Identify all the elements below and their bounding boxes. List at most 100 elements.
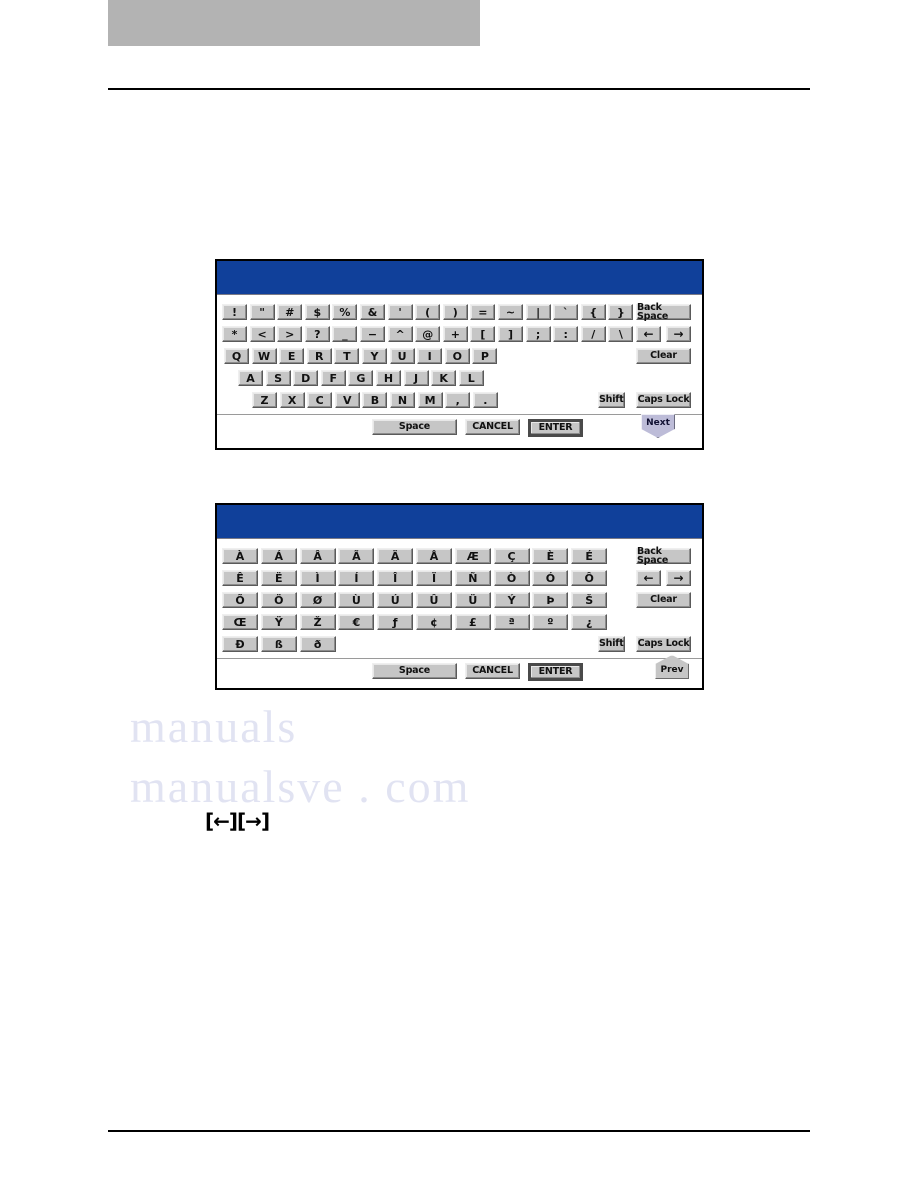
key-char-4c[interactable]: L bbox=[458, 370, 484, 386]
key-char-4d[interactable]: M bbox=[417, 392, 443, 408]
key-hash[interactable]: # bbox=[277, 304, 303, 320]
key-char-20ac[interactable]: € bbox=[338, 614, 375, 630]
key-char-d1[interactable]: Ñ bbox=[454, 570, 491, 586]
key-arrow-right-icon[interactable]: → bbox=[666, 570, 691, 586]
key-char-4a[interactable]: J bbox=[403, 370, 429, 386]
key-char-d9[interactable]: Ù bbox=[338, 592, 375, 608]
key-brace-close[interactable]: } bbox=[608, 304, 634, 320]
key-char-c3[interactable]: Ã bbox=[338, 548, 375, 564]
key-char-bf[interactable]: ¿ bbox=[571, 614, 608, 630]
key-char-c2[interactable]: Â bbox=[299, 548, 336, 564]
key-char-aa[interactable]: ª bbox=[493, 614, 530, 630]
key-char-43[interactable]: C bbox=[307, 392, 333, 408]
key-char-17d[interactable]: Ž bbox=[299, 614, 336, 630]
key-clear[interactable]: Clear bbox=[636, 592, 691, 608]
key-char-c8[interactable]: È bbox=[532, 548, 569, 564]
key-char-49[interactable]: I bbox=[417, 348, 443, 364]
key-ampersand[interactable]: & bbox=[360, 304, 385, 320]
key-paren-open[interactable]: ( bbox=[415, 304, 441, 320]
key-char-d0[interactable]: Ð bbox=[222, 636, 258, 652]
key-char-c5[interactable]: Å bbox=[416, 548, 452, 564]
key-exclam[interactable]: ! bbox=[222, 304, 247, 320]
key-char-dc[interactable]: Ü bbox=[454, 592, 491, 608]
key-back-space[interactable]: Back Space bbox=[636, 546, 691, 565]
key-char-d6[interactable]: Ö bbox=[260, 592, 297, 608]
key-char-cf[interactable]: Ï bbox=[416, 570, 452, 586]
key-char-d3[interactable]: Ó bbox=[532, 570, 569, 586]
key-char-192[interactable]: ƒ bbox=[377, 614, 414, 630]
key-arrow-left-icon[interactable]: ← bbox=[636, 570, 661, 586]
key-bracket-close[interactable]: ] bbox=[498, 326, 523, 342]
key-char-d5[interactable]: Õ bbox=[222, 592, 258, 608]
key-char-ce[interactable]: Î bbox=[377, 570, 414, 586]
key-at[interactable]: @ bbox=[415, 326, 441, 342]
key-char-50[interactable]: P bbox=[472, 348, 498, 364]
key-bracket-open[interactable]: [ bbox=[470, 326, 496, 342]
key-back-space[interactable]: Back Space bbox=[636, 302, 691, 321]
key-char-c0[interactable]: À bbox=[222, 548, 258, 564]
key-char-c4[interactable]: Ä bbox=[377, 548, 414, 564]
key-char-d4[interactable]: Ô bbox=[571, 570, 608, 586]
key-space[interactable]: Space bbox=[372, 663, 457, 679]
key-shift[interactable]: Shift bbox=[598, 392, 625, 408]
key-arrow-right-icon[interactable]: → bbox=[666, 326, 691, 342]
key-char-51[interactable]: Q bbox=[224, 348, 249, 364]
key-char-c6[interactable]: Æ bbox=[454, 548, 491, 564]
key-char-a3[interactable]: £ bbox=[454, 614, 491, 630]
key-char-160[interactable]: Š bbox=[571, 592, 608, 608]
key-char-46[interactable]: F bbox=[320, 370, 346, 386]
key-char-5a[interactable]: Z bbox=[252, 392, 277, 408]
key-clear[interactable]: Clear bbox=[636, 348, 691, 364]
cancel-button[interactable]: CANCEL bbox=[465, 419, 520, 435]
key-dollar[interactable]: $ bbox=[304, 304, 330, 320]
key-brace-open[interactable]: { bbox=[580, 304, 606, 320]
key-char-cb[interactable]: Ë bbox=[260, 570, 297, 586]
key-char-de[interactable]: Þ bbox=[532, 592, 569, 608]
key-char-cd[interactable]: Í bbox=[338, 570, 375, 586]
key-char-4b[interactable]: K bbox=[431, 370, 457, 386]
key-char-57[interactable]: W bbox=[251, 348, 277, 364]
key-caps-lock[interactable]: Caps Lock bbox=[636, 392, 691, 408]
key-char-4f[interactable]: O bbox=[444, 348, 470, 364]
key-plus[interactable]: + bbox=[442, 326, 468, 342]
key-char-53[interactable]: S bbox=[265, 370, 291, 386]
key-char-dd[interactable]: Ý bbox=[493, 592, 530, 608]
key-caret[interactable]: ^ bbox=[387, 326, 413, 342]
key-char-c1[interactable]: Á bbox=[260, 548, 297, 564]
enter-button[interactable]: ENTER bbox=[528, 663, 583, 681]
key-char-47[interactable]: G bbox=[348, 370, 374, 386]
key-char-db[interactable]: Û bbox=[416, 592, 452, 608]
key-caps-lock[interactable]: Caps Lock bbox=[636, 636, 691, 652]
key-char-d8[interactable]: Ø bbox=[299, 592, 336, 608]
key-char-44[interactable]: D bbox=[293, 370, 319, 386]
key-char-48[interactable]: H bbox=[376, 370, 401, 386]
key-char-c7[interactable]: Ç bbox=[493, 548, 530, 564]
key-paren-close[interactable]: ) bbox=[442, 304, 468, 320]
key-semicolon[interactable]: ; bbox=[525, 326, 551, 342]
key-quote[interactable]: " bbox=[249, 304, 275, 320]
key-slash[interactable]: / bbox=[580, 326, 606, 342]
key-percent[interactable]: % bbox=[332, 304, 358, 320]
key-char-178[interactable]: Ÿ bbox=[260, 614, 297, 630]
key-char-a2[interactable]: ¢ bbox=[416, 614, 452, 630]
key-char-4e[interactable]: N bbox=[390, 392, 415, 408]
key-char-55[interactable]: U bbox=[389, 348, 415, 364]
key-char-41[interactable]: A bbox=[238, 370, 263, 386]
key-colon[interactable]: : bbox=[553, 326, 579, 342]
key-char-56[interactable]: V bbox=[334, 392, 360, 408]
key-char-ca[interactable]: Ê bbox=[222, 570, 258, 586]
key-underscore[interactable]: _ bbox=[332, 326, 358, 342]
key-arrow-left-icon[interactable]: ← bbox=[636, 326, 661, 342]
key-char-df[interactable]: ß bbox=[260, 636, 297, 652]
key-comma[interactable]: , bbox=[445, 392, 471, 408]
key-question[interactable]: ? bbox=[304, 326, 330, 342]
key-char-52[interactable]: R bbox=[306, 348, 332, 364]
enter-button[interactable]: ENTER bbox=[528, 419, 583, 437]
key-backslash[interactable]: \ bbox=[608, 326, 634, 342]
key-greater-than[interactable]: > bbox=[277, 326, 303, 342]
key-pipe[interactable]: | bbox=[525, 304, 551, 320]
key-less-than[interactable]: < bbox=[249, 326, 275, 342]
key-char-cc[interactable]: Ì bbox=[299, 570, 336, 586]
key-char-c9[interactable]: É bbox=[571, 548, 608, 564]
key-char-58[interactable]: X bbox=[279, 392, 305, 408]
